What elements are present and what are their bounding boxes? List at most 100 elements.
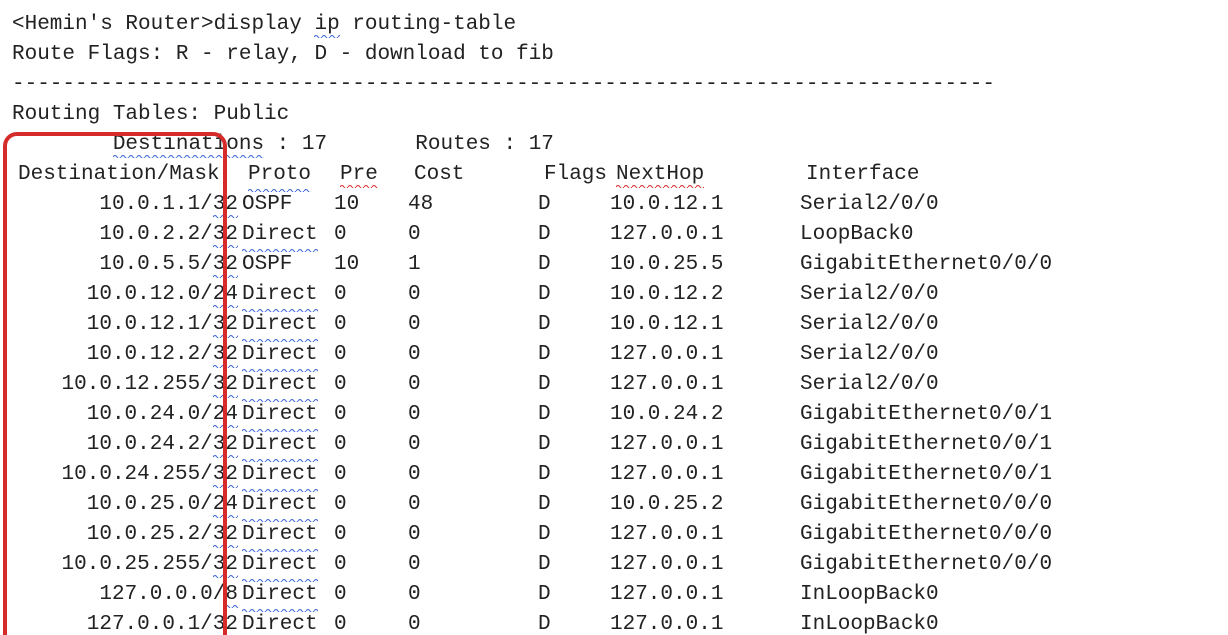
cell-cost: 0 <box>408 340 538 370</box>
cell-cost: 0 <box>408 220 538 250</box>
cell-flags: D <box>538 610 610 635</box>
table-row: 10.0.12.255/32Direct00D127.0.0.1Serial2/… <box>12 370 1228 400</box>
cell-flags: D <box>538 190 610 220</box>
cell-proto: Direct <box>242 490 334 520</box>
cell-proto: Direct <box>242 280 334 310</box>
cell-cost: 0 <box>408 460 538 490</box>
cell-cost: 1 <box>408 250 538 280</box>
cell-interface: InLoopBack0 <box>800 580 1228 610</box>
cell-destination: 10.0.25.2/32 <box>12 520 242 550</box>
cell-cost: 0 <box>408 580 538 610</box>
cell-nexthop: 127.0.0.1 <box>610 370 800 400</box>
cell-cost: 0 <box>408 370 538 400</box>
cell-pre: 0 <box>334 400 408 430</box>
cell-destination: 10.0.24.0/24 <box>12 400 242 430</box>
cell-proto: Direct <box>242 220 334 250</box>
cell-interface: GigabitEthernet0/0/0 <box>800 490 1228 520</box>
cell-nexthop: 10.0.12.2 <box>610 280 800 310</box>
cell-proto: Direct <box>242 310 334 340</box>
cell-pre: 0 <box>334 490 408 520</box>
cell-destination: 10.0.25.255/32 <box>12 550 242 580</box>
col-flags: Flags <box>544 160 616 190</box>
terminal-output: <Hemin's Router>display ip routing-table… <box>0 0 1228 635</box>
cell-nexthop: 127.0.0.1 <box>610 550 800 580</box>
cell-nexthop: 127.0.0.1 <box>610 580 800 610</box>
cell-interface: GigabitEthernet0/0/0 <box>800 550 1228 580</box>
table-row: 10.0.24.0/24Direct00D10.0.24.2GigabitEth… <box>12 400 1228 430</box>
cell-interface: LoopBack0 <box>800 220 1228 250</box>
col-pre: Pre <box>340 160 414 190</box>
cell-interface: InLoopBack0 <box>800 610 1228 635</box>
cell-pre: 0 <box>334 580 408 610</box>
table-row: 10.0.25.2/32Direct00D127.0.0.1GigabitEth… <box>12 520 1228 550</box>
cell-flags: D <box>538 550 610 580</box>
cell-destination: 10.0.12.1/32 <box>12 310 242 340</box>
cell-nexthop: 10.0.24.2 <box>610 400 800 430</box>
cell-nexthop: 127.0.0.1 <box>610 610 800 635</box>
cell-interface: Serial2/0/0 <box>800 340 1228 370</box>
cell-flags: D <box>538 520 610 550</box>
cell-destination: 10.0.12.2/32 <box>12 340 242 370</box>
table-row: 127.0.0.0/8Direct00D127.0.0.1InLoopBack0 <box>12 580 1228 610</box>
cell-destination: 127.0.0.0/8 <box>12 580 242 610</box>
cell-proto: Direct <box>242 460 334 490</box>
cell-nexthop: 10.0.25.5 <box>610 250 800 280</box>
cell-cost: 0 <box>408 550 538 580</box>
cell-flags: D <box>538 430 610 460</box>
cell-pre: 10 <box>334 190 408 220</box>
cell-interface: Serial2/0/0 <box>800 280 1228 310</box>
cell-interface: GigabitEthernet0/0/0 <box>800 250 1228 280</box>
cell-pre: 0 <box>334 370 408 400</box>
cell-nexthop: 127.0.0.1 <box>610 520 800 550</box>
cell-proto: OSPF <box>242 190 334 220</box>
cell-flags: D <box>538 310 610 340</box>
cell-pre: 0 <box>334 430 408 460</box>
table-row: 10.0.12.1/32Direct00D10.0.12.1Serial2/0/… <box>12 310 1228 340</box>
spell-mark: Destinations <box>113 133 264 156</box>
cell-pre: 0 <box>334 220 408 250</box>
cell-nexthop: 127.0.0.1 <box>610 430 800 460</box>
cell-cost: 0 <box>408 400 538 430</box>
cell-proto: Direct <box>242 400 334 430</box>
cell-pre: 0 <box>334 550 408 580</box>
cell-flags: D <box>538 220 610 250</box>
cell-proto: Direct <box>242 580 334 610</box>
cell-nexthop: 127.0.0.1 <box>610 460 800 490</box>
col-interface: Interface <box>806 160 1228 190</box>
cell-nexthop: 10.0.12.1 <box>610 190 800 220</box>
cell-flags: D <box>538 370 610 400</box>
cell-flags: D <box>538 490 610 520</box>
cell-destination: 10.0.24.255/32 <box>12 460 242 490</box>
col-destination: Destination/Mask <box>12 160 248 190</box>
cell-destination: 10.0.2.2/32 <box>12 220 242 250</box>
cell-cost: 0 <box>408 280 538 310</box>
cell-interface: GigabitEthernet0/0/1 <box>800 400 1228 430</box>
cell-flags: D <box>538 340 610 370</box>
cell-proto: Direct <box>242 370 334 400</box>
routing-table-body: 10.0.1.1/32OSPF1048D10.0.12.1Serial2/0/0… <box>12 190 1228 635</box>
table-row: 10.0.24.2/32Direct00D127.0.0.1GigabitEth… <box>12 430 1228 460</box>
cell-interface: GigabitEthernet0/0/1 <box>800 430 1228 460</box>
table-row: 10.0.12.2/32Direct00D127.0.0.1Serial2/0/… <box>12 340 1228 370</box>
table-row: 10.0.12.0/24Direct00D10.0.12.2Serial2/0/… <box>12 280 1228 310</box>
table-row: 127.0.0.1/32Direct00D127.0.0.1InLoopBack… <box>12 610 1228 635</box>
col-proto: Proto <box>248 160 340 190</box>
command-text: display ip routing-table <box>214 13 516 36</box>
cell-destination: 10.0.25.0/24 <box>12 490 242 520</box>
cell-cost: 0 <box>408 490 538 520</box>
cell-destination: 10.0.12.0/24 <box>12 280 242 310</box>
cell-destination: 10.0.5.5/32 <box>12 250 242 280</box>
cell-interface: Serial2/0/0 <box>800 310 1228 340</box>
cell-proto: Direct <box>242 550 334 580</box>
cell-proto: Direct <box>242 430 334 460</box>
tables-label: Routing Tables: Public <box>12 100 1228 130</box>
command-line: <Hemin's Router>display ip routing-table <box>12 10 1228 40</box>
cell-pre: 0 <box>334 340 408 370</box>
cell-proto: Direct <box>242 340 334 370</box>
cell-pre: 0 <box>334 310 408 340</box>
col-cost: Cost <box>414 160 544 190</box>
table-row: 10.0.5.5/32OSPF101D10.0.25.5GigabitEther… <box>12 250 1228 280</box>
cell-cost: 0 <box>408 610 538 635</box>
cell-interface: Serial2/0/0 <box>800 190 1228 220</box>
summary-line: Destinations : 17 Routes : 17 <box>12 130 1228 160</box>
